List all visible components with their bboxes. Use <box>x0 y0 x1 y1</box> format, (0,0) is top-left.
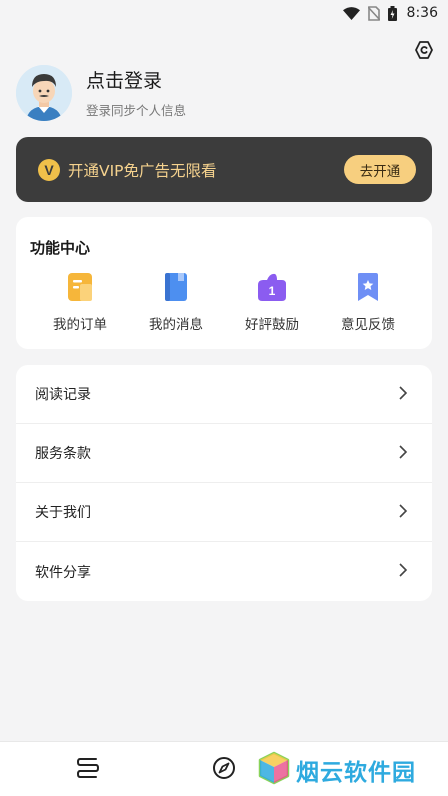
login-title: 点击登录 <box>86 69 163 92</box>
tab-discover[interactable] <box>208 755 240 785</box>
good-review-button[interactable]: 1 好評鼓励 <box>224 271 320 335</box>
settings-button[interactable] <box>412 40 436 64</box>
wifi-icon <box>342 6 360 20</box>
my-orders-button[interactable]: 我的订单 <box>32 271 128 335</box>
avatar <box>16 65 72 121</box>
order-icon <box>64 271 96 303</box>
menu-list: 阅读记录 服务条款 关于我们 软件分享 <box>16 365 432 601</box>
chevron-right-icon <box>398 562 408 581</box>
chevron-right-icon <box>398 503 408 522</box>
rating-icon: 1 <box>256 271 288 303</box>
function-grid: 我的订单 我的消息 1 好評鼓励 意见反馈 <box>32 271 416 335</box>
menu-item-share-app[interactable]: 软件分享 <box>16 542 432 601</box>
profile-login-area[interactable]: 点击登录 登录同步个人信息 <box>16 64 416 122</box>
vip-banner: V 开通VIP免广告无限看 去开通 <box>16 137 432 202</box>
battery-icon <box>387 5 397 21</box>
menu-item-label: 服务条款 <box>35 446 91 462</box>
no-sim-icon <box>367 5 380 21</box>
feedback-label: 意见反馈 <box>341 317 395 333</box>
good-review-label: 好評鼓励 <box>245 317 299 333</box>
menu-item-reading-history[interactable]: 阅读记录 <box>16 365 432 424</box>
menu-item-terms-of-service[interactable]: 服务条款 <box>16 424 432 483</box>
my-messages-label: 我的消息 <box>149 317 203 333</box>
vip-badge-icon: V <box>38 158 60 181</box>
my-messages-button[interactable]: 我的消息 <box>128 271 224 335</box>
function-center-card: 功能中心 我的订单 我的消息 1 好評鼓励 意见反馈 <box>16 217 432 349</box>
status-time: 8:36 <box>406 5 438 21</box>
login-subtitle: 登录同步个人信息 <box>86 102 187 118</box>
tab-bookshelf[interactable] <box>72 756 104 784</box>
chevron-right-icon <box>398 444 408 463</box>
settings-icon <box>414 40 434 64</box>
watermark-text: 烟云软件园 <box>296 760 416 786</box>
menu-item-label: 关于我们 <box>35 505 91 521</box>
chevron-right-icon <box>398 385 408 404</box>
open-vip-button[interactable]: 去开通 <box>344 155 416 184</box>
compass-icon <box>212 756 236 784</box>
bookshelf-icon <box>76 757 100 783</box>
menu-item-label: 软件分享 <box>35 564 91 581</box>
message-icon <box>160 271 192 303</box>
function-center-title: 功能中心 <box>30 239 91 257</box>
status-bar: 8:36 <box>0 0 448 26</box>
menu-item-label: 阅读记录 <box>35 387 91 403</box>
watermark: 烟云软件园 <box>258 751 416 789</box>
svg-text:1: 1 <box>269 284 276 298</box>
bottom-navigation: 烟云软件园 <box>0 741 448 796</box>
my-orders-label: 我的订单 <box>53 317 107 333</box>
vip-promo-text: 开通VIP免广告无限看 <box>68 161 217 180</box>
menu-item-about-us[interactable]: 关于我们 <box>16 483 432 542</box>
watermark-logo-icon <box>258 751 290 789</box>
feedback-icon <box>352 271 384 303</box>
feedback-button[interactable]: 意见反馈 <box>320 271 416 335</box>
